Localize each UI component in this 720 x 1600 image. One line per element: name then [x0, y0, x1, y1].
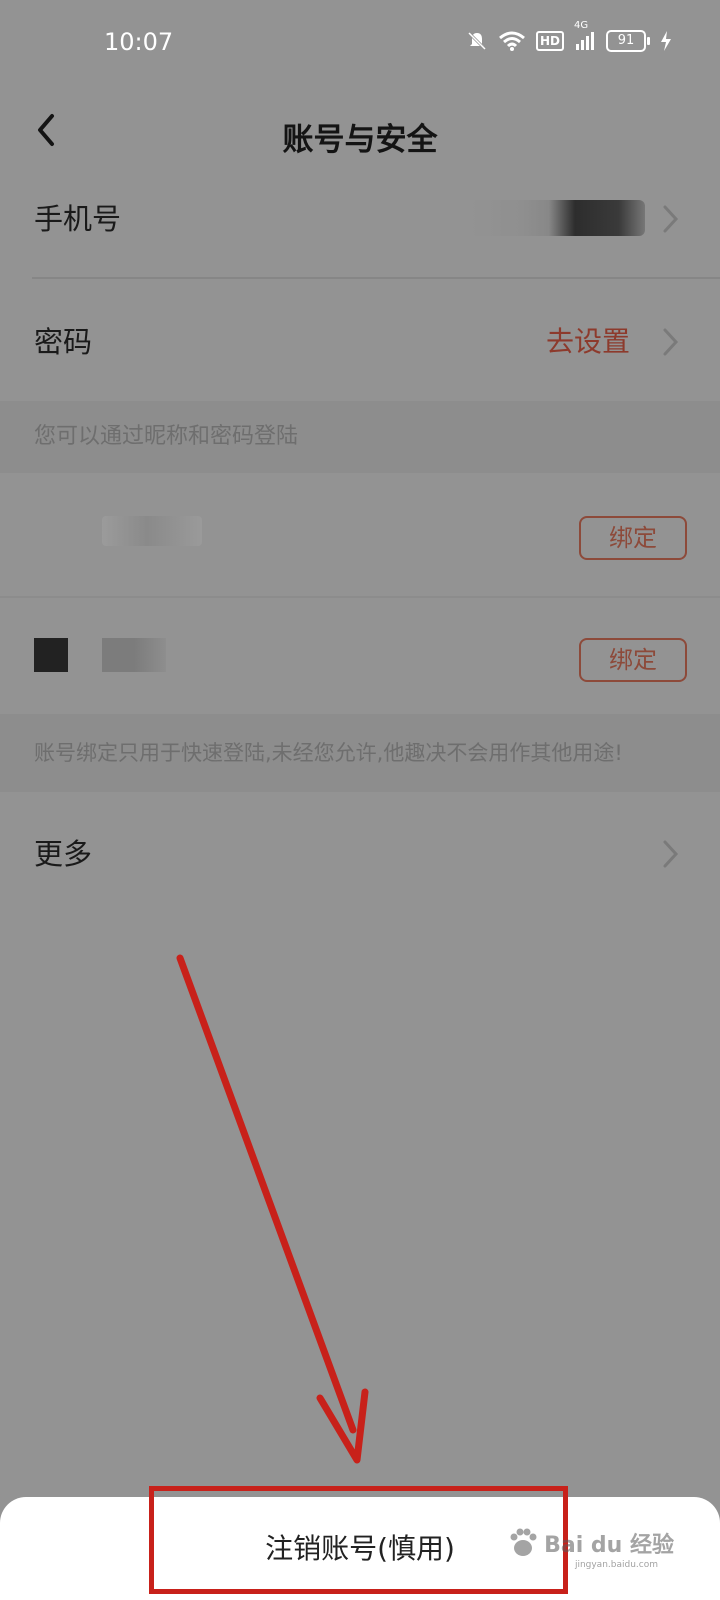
phone-value-blurred: [470, 200, 645, 236]
chevron-right-icon: [663, 205, 679, 233]
binding-row: 绑定: [0, 478, 720, 596]
binding-account-name-blurred: [102, 638, 166, 672]
paw-logo-icon: [510, 1528, 537, 1556]
charging-icon: [661, 31, 671, 51]
nickname-login-note: 您可以通过昵称和密码登陆: [0, 401, 720, 473]
battery-icon: 91: [606, 30, 650, 52]
watermark-sub: jingyan.baidu.com: [574, 1560, 658, 1570]
phone-row[interactable]: 手机号: [0, 160, 720, 278]
password-set-link[interactable]: 去设置: [546, 283, 630, 401]
chevron-right-icon: [663, 840, 679, 868]
binding-account-blurred: [102, 516, 202, 546]
more-row[interactable]: 更多: [0, 795, 720, 913]
password-label: 密码: [34, 325, 93, 359]
signal-group: 4G: [574, 20, 596, 52]
hd-badge: HD: [535, 31, 564, 51]
bind-button[interactable]: 绑定: [579, 638, 687, 682]
binding-notice: 账号绑定只用于快速登陆,未经您允许,他趣决不会用作其他用途!: [0, 714, 720, 792]
binding-notice-text: 账号绑定只用于快速登陆,未经您允许,他趣决不会用作其他用途!: [34, 741, 623, 765]
watermark-text: Bai du 经验: [544, 1533, 674, 1558]
status-bar: 10:07 HD 4G 91: [0, 0, 720, 90]
binding-account-icon-blurred: [34, 638, 68, 672]
nickname-login-note-text: 您可以通过昵称和密码登陆: [34, 424, 299, 449]
status-icons: HD 4G 91: [466, 20, 672, 52]
password-row[interactable]: 密码 去设置: [0, 283, 720, 401]
status-time: 10:07: [104, 28, 174, 56]
page-title: 账号与安全: [282, 122, 438, 158]
more-label: 更多: [34, 837, 93, 871]
divider: [32, 277, 720, 279]
mute-bell-icon: [467, 31, 487, 51]
baidu-watermark: Bai du 经验: [506, 1526, 674, 1560]
bind-button[interactable]: 绑定: [579, 516, 687, 560]
phone-label: 手机号: [34, 202, 122, 236]
wifi-icon: [499, 31, 525, 51]
network-type-label: 4G: [574, 20, 589, 31]
signal-icon: [576, 32, 594, 50]
chevron-right-icon: [663, 328, 679, 356]
battery-level: 91: [606, 30, 646, 52]
binding-row: 绑定: [0, 596, 720, 714]
